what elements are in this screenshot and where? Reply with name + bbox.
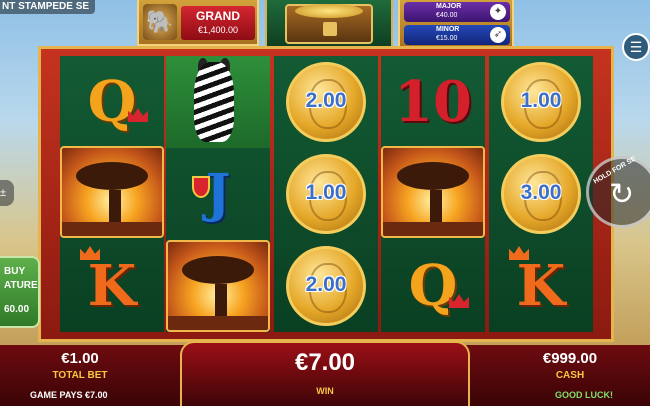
tree-ground [168,316,268,330]
zebra-head-icon [194,62,234,142]
reel-4: 10 Q [381,56,485,332]
win-label: WIN [316,386,334,396]
total-bet-label: TOTAL BET [52,370,108,381]
reel-3: 2.00 1.00 2.00 [274,56,378,332]
minor-label: MINOR [436,26,460,33]
grand-jackpot: 🐘 GRAND €1,400.00 [137,0,259,46]
reel-1: Q K [60,56,164,332]
coin-value: 3.00 [520,181,562,204]
cash-value: €999.00 [542,350,598,367]
baobab-tree-symbol [381,146,485,238]
minor-value: €15.00 [436,35,458,42]
gazelle-icon: ✦ [490,4,506,20]
major-value: €40.00 [436,12,458,19]
coin-symbol: 1.00 [501,62,581,142]
symbol-q: Q [408,253,458,319]
tree-ground [383,222,483,236]
reel-2: J [166,56,270,332]
tree-trunk [109,190,121,226]
bird-icon: ➶ [490,27,506,43]
symbol-k: K [516,253,566,319]
symbol-j: J [205,163,231,224]
symbol-k: K [87,253,137,319]
elephant-icon: 🐘 [143,4,177,40]
buy-feature-button[interactable]: BUY ATURE 60.00 [0,256,40,328]
coin-symbol: 3.00 [501,154,581,234]
major-jackpot: MAJOR €40.00 ✦ [404,2,510,22]
tree-ground [62,222,162,236]
menu-button[interactable]: ☰ [622,33,650,61]
gold-coins-icon [295,4,363,18]
baobab-tree-symbol [166,240,270,332]
coin-symbol: 2.00 [286,246,366,326]
small-jackpots: MAJOR €40.00 ✦ MINOR €15.00 ➶ [398,0,514,50]
refresh-icon: ↻ [609,178,635,211]
buy-price: 60.00 [4,304,30,315]
tree-canopy [397,162,469,190]
game-title: NT STAMPEDE SE [0,0,96,14]
cash-label: CASH [555,370,585,381]
grand-panel: GRAND €1,400.00 [181,6,255,40]
coin-value: 2.00 [305,273,347,296]
reel-5: 1.00 3.00 K [489,56,593,332]
tree-canopy [76,162,148,190]
coin-value: 1.00 [305,181,347,204]
treasure-chest [265,0,393,50]
coin-value: 2.00 [305,89,347,112]
good-luck-message: GOOD LUCK! [555,390,613,400]
major-label: MAJOR [436,3,462,10]
coin-symbol: 2.00 [286,62,366,142]
feature-label: ATURE [4,280,38,291]
tree-canopy [182,256,254,284]
symbol-q: Q [87,69,137,135]
baobab-tree-symbol [60,146,164,238]
symbol-10: 10 [394,69,472,135]
coin-symbol: 1.00 [286,154,366,234]
spin-button[interactable]: HOLD FOR SE ↻ [586,156,650,228]
win-value: €7.00 [294,349,356,376]
tree-trunk [215,284,227,320]
zebra-symbol [166,56,270,148]
minor-jackpot: MINOR €15.00 ➶ [404,25,510,45]
buy-label: BUY [4,266,26,277]
chest-icon [285,4,373,44]
lock-icon [323,22,337,36]
tree-trunk [430,190,442,226]
status-bar: €1.00 TOTAL BET €7.00 WIN €999.00 CASH G… [0,341,650,406]
coin-value: 1.00 [520,89,562,112]
grand-value: €1,400.00 [197,25,239,35]
grand-label: GRAND [196,9,240,23]
bet-adjust-button[interactable]: ± [0,180,14,206]
total-bet-value[interactable]: €1.00 [50,350,110,367]
game-pays-message: GAME PAYS €7.00 [30,390,108,400]
